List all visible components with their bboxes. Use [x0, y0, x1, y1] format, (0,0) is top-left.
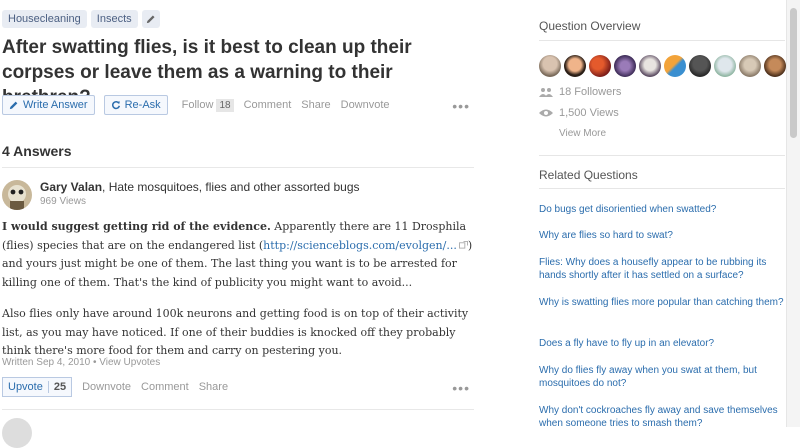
answer-paragraph-1: I would suggest getting rid of the evide…	[2, 218, 474, 292]
comment-link[interactable]: Comment	[244, 99, 292, 111]
followers-stat: 18 Followers	[539, 86, 621, 98]
sidebar-divider	[539, 155, 785, 156]
vertical-scrollbar[interactable]	[786, 0, 800, 427]
related-question-link[interactable]: Why do flies fly away when you swat at t…	[539, 364, 785, 390]
answer-body: I would suggest getting rid of the evide…	[2, 218, 474, 374]
reask-label: Re-Ask	[124, 99, 161, 111]
related-question-link[interactable]: Do bugs get disorientied when swatted?	[539, 203, 785, 216]
answer-link[interactable]: http://scienceblogs.com/evolgen/...	[263, 239, 468, 252]
answer-paragraph-2: Also flies only have around 100k neurons…	[2, 307, 469, 357]
answer-downvote-link[interactable]: Downvote	[82, 381, 131, 393]
topic-list: Housecleaning Insects	[2, 10, 160, 28]
answer-action-bar: Upvote 25 Downvote Comment Share •••	[2, 376, 476, 398]
downvote-link[interactable]: Downvote	[341, 99, 390, 111]
author-avatar[interactable]	[2, 180, 32, 210]
write-answer-label: Write Answer	[23, 99, 88, 111]
question-action-bar: Write Answer Re-Ask Follow 18 Comment Sh…	[2, 94, 476, 116]
scrollbar-thumb[interactable]	[790, 8, 797, 138]
eye-icon	[539, 109, 553, 117]
views-count: 1,500 Views	[559, 107, 619, 119]
follower-avatar[interactable]	[689, 55, 711, 77]
related-question-link[interactable]: Does a fly have to fly up in an elevator…	[539, 337, 785, 350]
related-question-link[interactable]: Flies: Why does a housefly appear to be …	[539, 256, 785, 282]
view-more-link[interactable]: View More	[559, 128, 606, 139]
answer-views: 969 Views	[40, 196, 86, 207]
avatar-image-icon	[2, 180, 32, 210]
follower-avatar[interactable]	[564, 55, 586, 77]
author-bio: , Hate mosquitoes, flies and other assor…	[102, 180, 360, 194]
upvote-label: Upvote	[8, 381, 43, 393]
answer-meta[interactable]: Written Sep 4, 2010 • View Upvotes	[2, 357, 160, 368]
external-link-icon	[458, 240, 468, 249]
follow-count: 18	[216, 98, 234, 112]
share-link[interactable]: Share	[301, 99, 330, 111]
follower-avatars	[539, 55, 786, 77]
answer-more-options-icon[interactable]: •••	[452, 380, 470, 396]
follower-avatar[interactable]	[614, 55, 636, 77]
edit-topics-button[interactable]	[141, 10, 160, 28]
follower-avatar[interactable]	[539, 55, 561, 77]
refresh-icon	[111, 100, 120, 110]
views-stat: 1,500 Views	[539, 107, 619, 119]
answer-comment-link[interactable]: Comment	[141, 381, 189, 393]
more-options-icon[interactable]: •••	[452, 98, 470, 114]
follower-avatar[interactable]	[764, 55, 786, 77]
answer-share-link[interactable]: Share	[199, 381, 228, 393]
follower-avatar[interactable]	[664, 55, 686, 77]
pencil-icon	[9, 101, 18, 110]
overview-heading: Question Overview	[539, 19, 641, 33]
follower-avatar[interactable]	[639, 55, 661, 77]
answer-link-text: http://scienceblogs.com/evolgen/...	[263, 238, 457, 252]
related-heading: Related Questions	[539, 168, 638, 182]
author-line: Gary Valan, Hate mosquitoes, flies and o…	[40, 180, 360, 194]
related-question-link[interactable]: Why is swatting flies more popular than …	[539, 296, 785, 309]
next-author-avatar[interactable]	[2, 418, 32, 448]
overview-divider	[539, 40, 785, 41]
answer-author: Gary Valan, Hate mosquitoes, flies and o…	[2, 180, 474, 212]
reask-button[interactable]: Re-Ask	[103, 95, 168, 115]
follower-avatar[interactable]	[714, 55, 736, 77]
related-question-link[interactable]: Why don't cockroaches fly away and save …	[539, 404, 785, 430]
write-answer-button[interactable]: Write Answer	[2, 95, 95, 115]
follow-label: Follow	[181, 99, 214, 111]
related-divider	[539, 188, 785, 189]
topic-insects[interactable]: Insects	[90, 10, 138, 28]
topic-housecleaning[interactable]: Housecleaning	[2, 10, 87, 28]
followers-count[interactable]: 18 Followers	[559, 86, 621, 98]
author-name[interactable]: Gary Valan	[40, 180, 102, 194]
upvote-count: 25	[47, 381, 71, 393]
people-icon	[539, 88, 553, 97]
follow-button[interactable]: Follow 18	[181, 98, 234, 112]
answer-divider	[2, 409, 474, 410]
pencil-icon	[146, 14, 155, 23]
follower-avatar[interactable]	[739, 55, 761, 77]
upvote-button[interactable]: Upvote 25	[2, 377, 73, 397]
answer-bold-lead: I would suggest getting rid of the evide…	[2, 220, 271, 233]
related-question-link[interactable]: Why are flies so hard to swat?	[539, 229, 785, 242]
follower-avatar[interactable]	[589, 55, 611, 77]
answers-heading: 4 Answers	[2, 143, 474, 168]
